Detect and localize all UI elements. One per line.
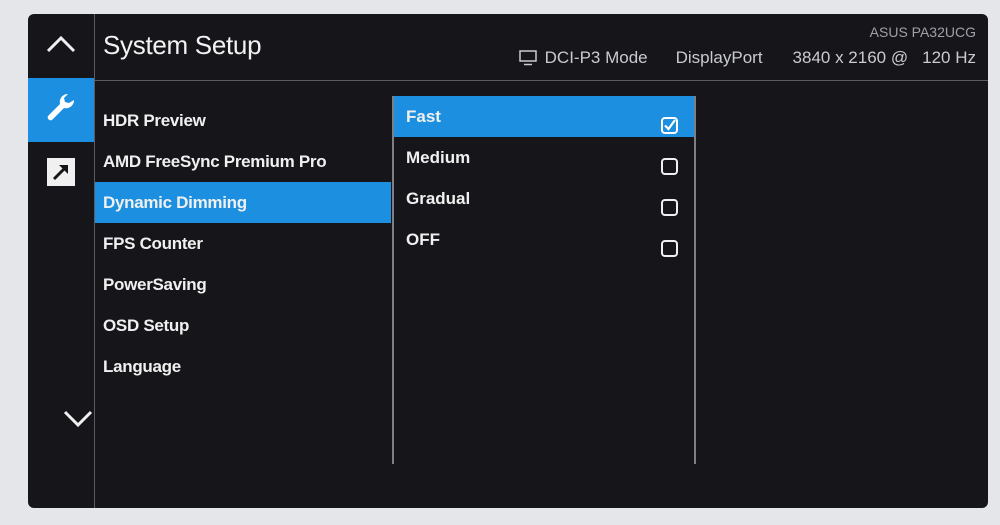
left-nav [28, 14, 95, 508]
checked-checkbox-icon [661, 108, 678, 134]
checkbox-icon [661, 231, 678, 257]
scroll-down-button[interactable] [62, 410, 94, 432]
refresh-rate-status: 120 Hz [922, 48, 976, 67]
shortcut-arrow-icon [46, 157, 76, 192]
option-medium[interactable]: Medium [394, 137, 694, 178]
chevron-up-icon [46, 35, 76, 58]
status-bar: DCI-P3 Mode DisplayPort 3840 x 2160 @ 12… [518, 48, 976, 68]
checkbox-icon [661, 149, 678, 175]
option-gradual[interactable]: Gradual [394, 178, 694, 219]
option-off[interactable]: OFF [394, 219, 694, 260]
header: System Setup ASUS PA32UCG DCI-P3 Mode Di… [95, 14, 988, 81]
resolution-status: 3840 x 2160 @ [792, 48, 909, 67]
chevron-down-icon [63, 410, 93, 433]
option-label: Medium [406, 148, 471, 167]
menu-item-dynamic-dimming[interactable]: Dynamic Dimming [95, 182, 391, 223]
nav-up-button[interactable] [28, 14, 94, 79]
option-label: Fast [406, 107, 441, 126]
input-source-status: DisplayPort [675, 48, 763, 67]
menu-item-amd-freesync[interactable]: AMD FreeSync Premium Pro [95, 141, 391, 182]
nav-system-setup-button[interactable] [28, 78, 94, 142]
option-label: Gradual [406, 189, 471, 208]
option-label: OFF [406, 230, 440, 249]
option-fast[interactable]: Fast [394, 96, 694, 137]
color-mode-status: DCI-P3 Mode [544, 48, 648, 67]
dynamic-dimming-options: Fast Medium Gradual OFF [392, 96, 696, 464]
checkbox-icon [661, 190, 678, 216]
monitor-icon [518, 50, 537, 66]
menu-item-language[interactable]: Language [95, 346, 391, 387]
menu-item-osd-setup[interactable]: OSD Setup [95, 305, 391, 346]
menu-item-fps-counter[interactable]: FPS Counter [95, 223, 391, 264]
osd-menu: System Setup ASUS PA32UCG DCI-P3 Mode Di… [28, 14, 988, 508]
menu-item-hdr-preview[interactable]: HDR Preview [95, 100, 391, 141]
page-title: System Setup [103, 30, 262, 60]
settings-menu: HDR Preview AMD FreeSync Premium Pro Dyn… [95, 100, 391, 387]
nav-shortcut-button[interactable] [28, 142, 94, 206]
wrench-icon [44, 91, 78, 130]
menu-item-powersaving[interactable]: PowerSaving [95, 264, 391, 305]
model-name: ASUS PA32UCG [869, 24, 976, 40]
